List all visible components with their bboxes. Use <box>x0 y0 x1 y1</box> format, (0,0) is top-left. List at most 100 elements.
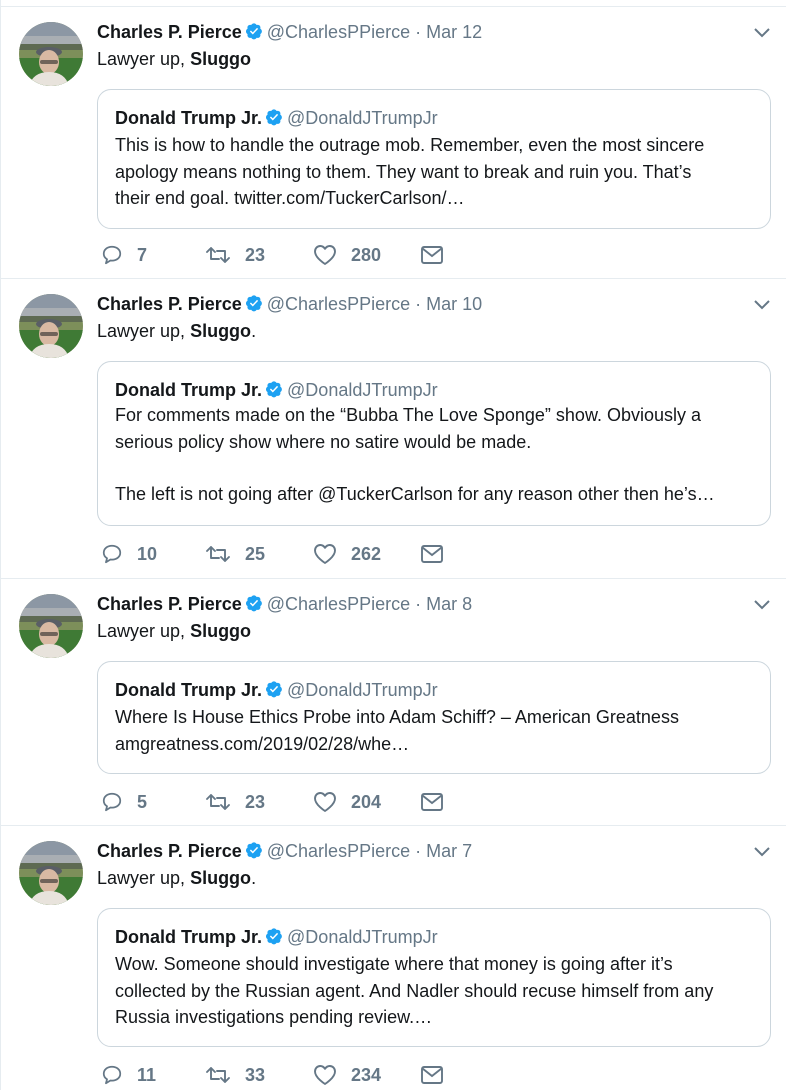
quoted-tweet[interactable]: Donald Trump Jr. @DonaldJTrumpJr Wow. Som… <box>97 908 771 1047</box>
retweet-button[interactable]: 23 <box>205 242 265 268</box>
separator-dot: · <box>415 22 422 42</box>
quoted-tweet-header: Donald Trump Jr. @DonaldJTrumpJr <box>115 925 438 949</box>
envelope-icon <box>421 793 443 811</box>
envelope-icon <box>421 545 443 563</box>
direct-message-button[interactable] <box>421 242 443 268</box>
reply-count: 7 <box>137 245 148 265</box>
quoted-text-line: serious policy show where no satire woul… <box>115 431 532 452</box>
retweet-button[interactable]: 23 <box>205 789 265 815</box>
tweet-text: Lawyer up, Sluggo. <box>97 865 256 891</box>
heart-icon <box>314 1065 336 1085</box>
tweet-date[interactable]: Mar 12 <box>426 22 482 42</box>
author-name[interactable]: Charles P. Pierce <box>97 294 242 314</box>
verified-badge-icon <box>266 681 282 698</box>
avatar[interactable] <box>19 594 83 658</box>
author-handle[interactable]: @CharlesPPierce <box>267 594 410 614</box>
quoted-tweet[interactable]: Donald Trump Jr. @DonaldJTrumpJr Where Is… <box>97 661 771 774</box>
quoted-author-name: Donald Trump Jr. <box>115 108 263 128</box>
reply-icon <box>102 792 122 812</box>
reply-button[interactable]: 10 <box>101 541 157 567</box>
verified-badge-icon <box>245 295 262 312</box>
heart-icon <box>314 792 336 812</box>
tweet-date[interactable]: Mar 7 <box>426 841 472 861</box>
tweet[interactable]: Charles P. Pierce @CharlesPPierce · Mar 1… <box>1 278 786 578</box>
heart-icon <box>314 245 336 265</box>
author-name[interactable]: Charles P. Pierce <box>97 594 242 614</box>
envelope-icon <box>421 1066 443 1084</box>
timeline: Charles P. Pierce @CharlesPPierce · Mar 1… <box>0 0 786 1090</box>
author-name[interactable]: Charles P. Pierce <box>97 22 242 42</box>
quoted-tweet[interactable]: Donald Trump Jr. @DonaldJTrumpJr For comm… <box>97 361 771 526</box>
avatar[interactable] <box>19 22 83 86</box>
tweet-text: Lawyer up, Sluggo <box>97 618 251 644</box>
retweet-icon <box>206 546 230 562</box>
like-button[interactable]: 280 <box>313 242 381 268</box>
chevron-down-icon[interactable] <box>753 599 771 611</box>
like-count: 204 <box>351 792 382 812</box>
tweet-actions: 5 23 204 <box>97 789 457 815</box>
tweet-date[interactable]: Mar 8 <box>426 594 472 614</box>
verified-badge-icon <box>245 23 262 40</box>
separator-dot: · <box>415 841 422 861</box>
retweet-count: 33 <box>245 1065 266 1085</box>
verified-badge-icon <box>266 109 282 126</box>
author-handle[interactable]: @CharlesPPierce <box>267 22 410 42</box>
quoted-text-line: This is how to handle the outrage mob. R… <box>115 135 705 155</box>
verified-badge-icon <box>266 381 282 398</box>
tweet-text-plain: Lawyer up, <box>97 621 191 641</box>
quoted-tweet-header: Donald Trump Jr. @DonaldJTrumpJr <box>115 678 438 702</box>
quoted-author-name: Donald Trump Jr. <box>115 680 263 700</box>
verified-badge-icon <box>245 595 262 612</box>
quoted-text-line: collected by the Russian agent. And Nadl… <box>115 980 714 1001</box>
like-button[interactable]: 262 <box>313 541 381 567</box>
heart-icon <box>314 544 336 564</box>
quoted-text-line: their end goal. twitter.com/TuckerCarlso… <box>115 188 465 208</box>
quoted-tweet-header: Donald Trump Jr. @DonaldJTrumpJr <box>115 106 438 130</box>
retweet-icon <box>206 1067 230 1083</box>
retweet-icon <box>206 247 230 263</box>
quoted-tweet-text: This is how to handle the outrage mob. R… <box>115 132 756 212</box>
tweet[interactable]: Charles P. Pierce @CharlesPPierce · Mar 8… <box>1 578 786 825</box>
like-button[interactable]: 204 <box>313 789 381 815</box>
tweet-text-tail: . <box>251 868 257 888</box>
retweet-count: 23 <box>245 245 266 265</box>
quoted-author-handle: @DonaldJTrumpJr <box>287 680 438 700</box>
tweet-actions: 7 23 280 <box>97 242 457 268</box>
author-handle[interactable]: @CharlesPPierce <box>267 841 410 861</box>
avatar[interactable] <box>19 294 83 358</box>
tweet-text-bold: Sluggo <box>190 321 252 341</box>
like-count: 280 <box>351 245 382 265</box>
tweet[interactable]: Charles P. Pierce @CharlesPPierce · Mar 7… <box>1 825 786 1090</box>
reply-button[interactable]: 11 <box>101 1062 156 1088</box>
quoted-tweet[interactable]: Donald Trump Jr. @DonaldJTrumpJr This is … <box>97 89 771 229</box>
reply-button[interactable]: 5 <box>101 789 147 815</box>
verified-badge-icon <box>245 842 262 859</box>
tweet[interactable]: Charles P. Pierce @CharlesPPierce · Mar 1… <box>1 6 786 278</box>
reply-count: 10 <box>137 544 158 564</box>
tweet-text-tail: . <box>251 321 257 341</box>
quoted-tweet-text: Wow. Someone should investigate where th… <box>115 951 756 1031</box>
quoted-text-line: Wow. Someone should investigate where th… <box>115 954 673 974</box>
reply-count: 11 <box>137 1065 157 1085</box>
chevron-down-icon[interactable] <box>753 846 771 858</box>
reply-button[interactable]: 7 <box>101 242 147 268</box>
author-name[interactable]: Charles P. Pierce <box>97 841 242 861</box>
tweet-text-bold: Sluggo <box>190 868 252 888</box>
direct-message-button[interactable] <box>421 541 443 567</box>
tweet-date[interactable]: Mar 10 <box>426 294 482 314</box>
quoted-tweet-text: For comments made on the “Bubba The Love… <box>115 402 756 508</box>
tweet-text-bold: Sluggo <box>190 49 252 69</box>
separator-dot: · <box>415 294 422 314</box>
like-button[interactable]: 234 <box>313 1062 381 1088</box>
tweet-header: Charles P. Pierce @CharlesPPierce · Mar 7 <box>97 839 747 863</box>
direct-message-button[interactable] <box>421 1062 443 1088</box>
quoted-tweet-header: Donald Trump Jr. @DonaldJTrumpJr <box>115 378 438 402</box>
retweet-button[interactable]: 25 <box>205 541 265 567</box>
chevron-down-icon[interactable] <box>753 27 771 39</box>
chevron-down-icon[interactable] <box>753 299 771 311</box>
retweet-button[interactable]: 33 <box>205 1062 265 1088</box>
avatar[interactable] <box>19 841 83 905</box>
paragraph-break <box>115 455 756 481</box>
author-handle[interactable]: @CharlesPPierce <box>267 294 410 314</box>
direct-message-button[interactable] <box>421 789 443 815</box>
